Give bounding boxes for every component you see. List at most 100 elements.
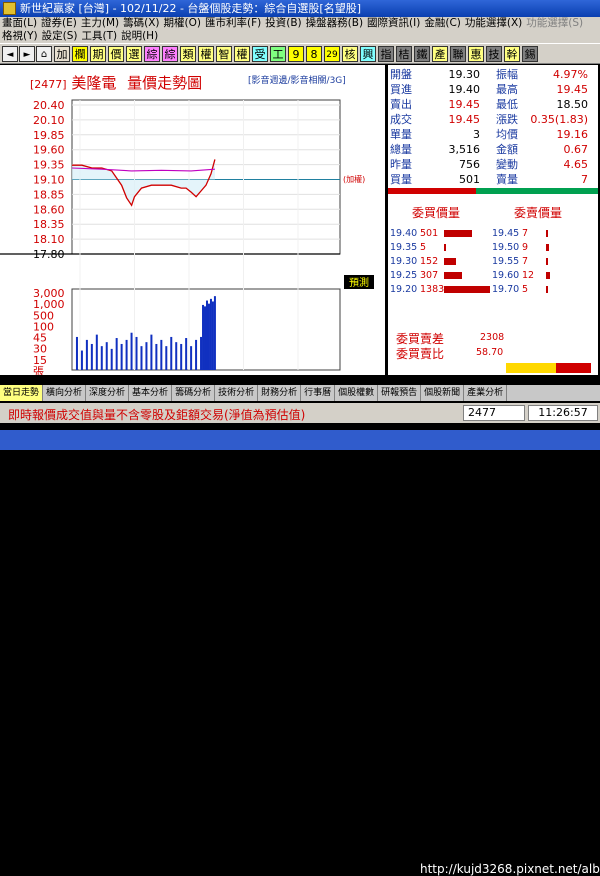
toolbar-button[interactable]: 期 xyxy=(90,46,106,62)
toolbar-button[interactable]: 權 xyxy=(198,46,214,62)
tab-3[interactable]: 基本分析 xyxy=(129,385,173,401)
toolbar-button[interactable]: 聯 xyxy=(450,46,466,62)
tab-1[interactable]: 橫向分析 xyxy=(43,385,87,401)
menu-item[interactable]: 國際資訊(I) xyxy=(365,17,422,30)
tab-6[interactable]: 財務分析 xyxy=(258,385,302,401)
volume-bar xyxy=(195,339,198,370)
volume-bar xyxy=(185,338,188,370)
toolbar-button[interactable]: 欄 xyxy=(72,46,88,62)
menu-item[interactable]: 操盤器務(B) xyxy=(304,17,365,30)
left-arrow-icon[interactable]: ◄ xyxy=(2,46,18,62)
right-arrow-icon[interactable]: ► xyxy=(19,46,35,62)
toolbar-button[interactable]: 價 xyxy=(108,46,124,62)
toolbar-button[interactable]: 產 xyxy=(432,46,448,62)
bid-price[interactable]: 19.25 xyxy=(390,269,417,282)
ask-price[interactable]: 19.60 xyxy=(492,269,519,282)
tab-2[interactable]: 深度分析 xyxy=(86,385,130,401)
toolbar: ◄ ► ⌂ 加欄期價選綜綜類權智權受工 9 8 29 核興指桔鐵產聯惠技幹錫 xyxy=(0,43,600,64)
toolbar-button[interactable]: 權 xyxy=(234,46,250,62)
tab-9[interactable]: 研報預告 xyxy=(378,385,422,401)
menu-item[interactable]: 籌碼(X) xyxy=(121,17,161,30)
price-tick-label: 19.60 xyxy=(33,144,65,157)
ask-price[interactable]: 19.55 xyxy=(492,255,519,268)
price-tick-label: 18.85 xyxy=(33,188,65,201)
tab-5[interactable]: 技術分析 xyxy=(215,385,259,401)
toolbar-button[interactable]: 類 xyxy=(180,46,196,62)
bid-price[interactable]: 19.20 xyxy=(390,283,417,296)
home-icon[interactable]: ⌂ xyxy=(36,46,52,62)
menu-item[interactable]: 功能選擇(S) xyxy=(524,17,585,30)
predict-button-label[interactable]: 預測 xyxy=(349,276,369,289)
quote-value: 756 xyxy=(459,158,480,171)
volume-bar xyxy=(110,348,113,370)
toolbar-button[interactable]: 指 xyxy=(378,46,394,62)
toolbar-button[interactable]: 9 xyxy=(288,46,304,62)
watermark: http://kujd3268.pixnet.net/album xyxy=(420,862,600,876)
volume-bar xyxy=(115,338,118,370)
ask-price[interactable]: 19.45 xyxy=(492,227,519,240)
tab-0[interactable]: 當日走勢 xyxy=(0,385,44,401)
toolbar-button[interactable]: 桔 xyxy=(396,46,412,62)
tab-11[interactable]: 產業分析 xyxy=(464,385,508,401)
toolbar-button[interactable]: 惠 xyxy=(468,46,484,62)
menu-item[interactable]: 格視(Y) xyxy=(0,30,40,43)
time-tick-label: 10:00 xyxy=(119,373,151,375)
bid-price[interactable]: 19.40 xyxy=(390,227,417,240)
toolbar-button[interactable]: 智 xyxy=(216,46,232,62)
menu-item[interactable]: 說明(H) xyxy=(119,30,160,43)
tab-7[interactable]: 行事曆 xyxy=(301,385,336,401)
volume-bar xyxy=(170,336,173,370)
quote-value: 7 xyxy=(581,173,588,186)
menu-item[interactable]: 金融(C) xyxy=(422,17,463,30)
menu-item[interactable]: 設定(S) xyxy=(40,30,80,43)
toolbar-button[interactable]: 錫 xyxy=(522,46,538,62)
menu-item[interactable]: 投資(B) xyxy=(263,17,303,30)
bid-price[interactable]: 19.30 xyxy=(390,255,417,268)
toolbar-button[interactable]: 技 xyxy=(486,46,502,62)
ask-price[interactable]: 19.70 xyxy=(492,283,519,296)
volume-bar xyxy=(95,334,98,370)
toolbar-button[interactable]: 加 xyxy=(54,46,70,62)
bid-quantity: 5 xyxy=(420,242,427,253)
volume-bar xyxy=(145,342,148,370)
toolbar-button[interactable]: 綜 xyxy=(162,46,178,62)
volume-bar xyxy=(204,306,207,370)
quote-label: 均價 xyxy=(496,128,518,141)
ask-depth-bar xyxy=(546,244,549,251)
time-tick-label: 11:00 xyxy=(173,373,205,375)
tab-4[interactable]: 籌碼分析 xyxy=(172,385,216,401)
toolbar-button[interactable]: 綜 xyxy=(144,46,160,62)
toolbar-button[interactable]: 幹 xyxy=(504,46,520,62)
toolbar-button[interactable]: 鐵 xyxy=(414,46,430,62)
price-tick-label: 19.10 xyxy=(33,174,65,187)
menu-item[interactable]: 主力(M) xyxy=(79,17,121,30)
menu-item[interactable]: 證券(E) xyxy=(39,17,79,30)
toolbar-button[interactable]: 核 xyxy=(342,46,358,62)
price-tick-label: 20.10 xyxy=(33,114,65,127)
bid-quantity: 307 xyxy=(420,270,439,281)
menu-item[interactable]: 工具(T) xyxy=(79,30,119,43)
toolbar-button[interactable]: 工 xyxy=(270,46,286,62)
toolbar-button[interactable]: 興 xyxy=(360,46,376,62)
stock-code-input[interactable]: 2477 xyxy=(463,405,525,421)
toolbar-button[interactable]: 8 xyxy=(306,46,322,62)
ask-depth-bar xyxy=(546,258,548,265)
menu-item[interactable]: 功能選擇(X) xyxy=(463,17,524,30)
bid-price[interactable]: 19.35 xyxy=(390,241,417,254)
menu-bar: 畫面(L) 證券(E) 主力(M) 籌碼(X) 期權(O) 匯市利率(F) 投資(B) 操盤器… xyxy=(0,17,600,43)
ask-depth-bar xyxy=(546,230,548,237)
toolbar-button[interactable]: 29 xyxy=(324,46,340,62)
ask-price[interactable]: 19.50 xyxy=(492,241,519,254)
volume-bar xyxy=(100,346,103,370)
tab-10[interactable]: 個股新聞 xyxy=(421,385,465,401)
toolbar-button[interactable]: 受 xyxy=(252,46,268,62)
menu-item[interactable]: 期權(O) xyxy=(162,17,203,30)
quote-value: 18.50 xyxy=(556,98,589,111)
reference-line-label: (加權) xyxy=(343,174,365,184)
menu-item[interactable]: 匯市利率(F) xyxy=(203,17,263,30)
tab-8[interactable]: 個股權數 xyxy=(335,385,379,401)
volume-bar xyxy=(207,303,210,370)
volume-bar xyxy=(175,342,178,370)
menu-item[interactable]: 畫面(L) xyxy=(0,17,39,30)
toolbar-button[interactable]: 選 xyxy=(126,46,142,62)
